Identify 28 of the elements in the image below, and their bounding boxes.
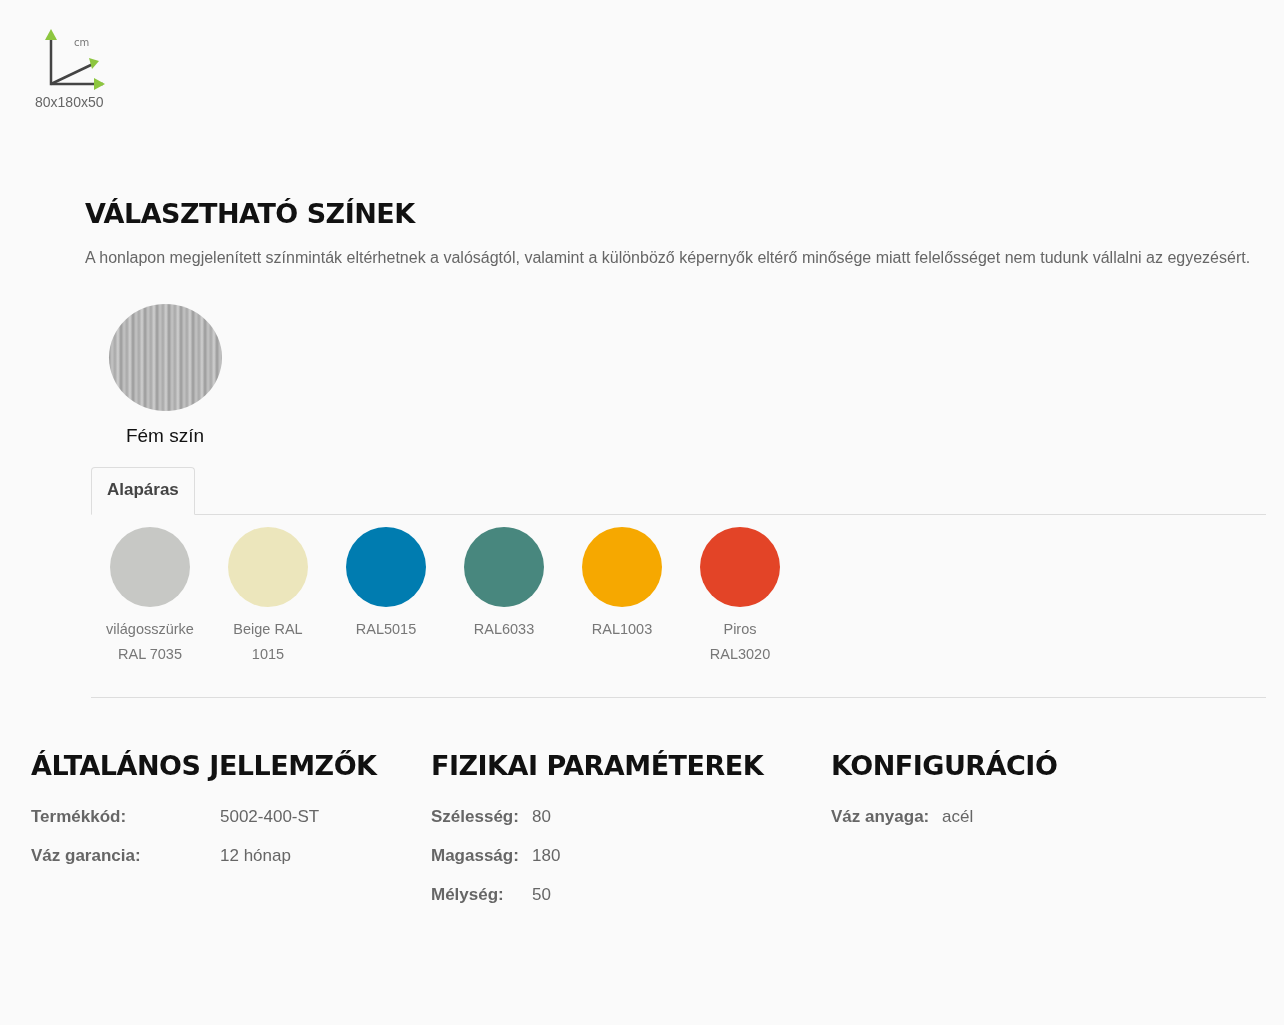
swatch-label: világosszürke RAL 7035 <box>105 620 195 664</box>
dimensions-text: 80x180x50 <box>35 94 104 110</box>
spec-label: Termékkód: <box>31 806 128 827</box>
spec-label: Váz garancia: <box>31 845 142 866</box>
spec-value: 12 hónap <box>220 845 291 866</box>
spec-value: 5002-400-ST <box>220 806 320 827</box>
spec-value: acél <box>942 806 974 827</box>
spec-label: Magasság: <box>431 845 520 866</box>
swatch-label: RAL5015 <box>354 620 418 639</box>
unit-label: cm <box>74 37 90 48</box>
section-heading: VÁLASZTHATÓ SZÍNEK <box>85 198 417 229</box>
color-disclaimer: A honlapon megjelenített színminták eltérhetnek a valóságtól, valamint a különböző képernyők eltérő minősége miatt felelősséget nem tudunk vállalni az egyezésért. <box>85 248 1252 268</box>
swatch-label: Beige RAL 1015 <box>232 620 304 664</box>
swatch-label: Fém szín <box>125 425 205 447</box>
price-tab[interactable]: Alapáras <box>91 467 195 515</box>
spec-label: Váz anyaga: <box>831 806 931 827</box>
swatch-label: RAL1003 <box>590 620 654 639</box>
spec-heading: ÁLTALÁNOS JELLEMZŐK <box>31 750 379 781</box>
swatch-label: RAL6033 <box>472 620 536 639</box>
spec-value: 80 <box>532 806 551 827</box>
spec-heading: FIZIKAI PARAMÉTEREK <box>431 750 765 781</box>
dimension-axes-icon <box>43 28 105 90</box>
spec-value: 50 <box>532 884 551 905</box>
swatch-label: Piros RAL3020 <box>708 620 772 664</box>
spec-label: Mélység: <box>431 884 505 905</box>
spec-label: Szélesség: <box>431 806 520 827</box>
spec-heading: KONFIGURÁCIÓ <box>831 750 1059 781</box>
spec-value: 180 <box>532 845 561 866</box>
